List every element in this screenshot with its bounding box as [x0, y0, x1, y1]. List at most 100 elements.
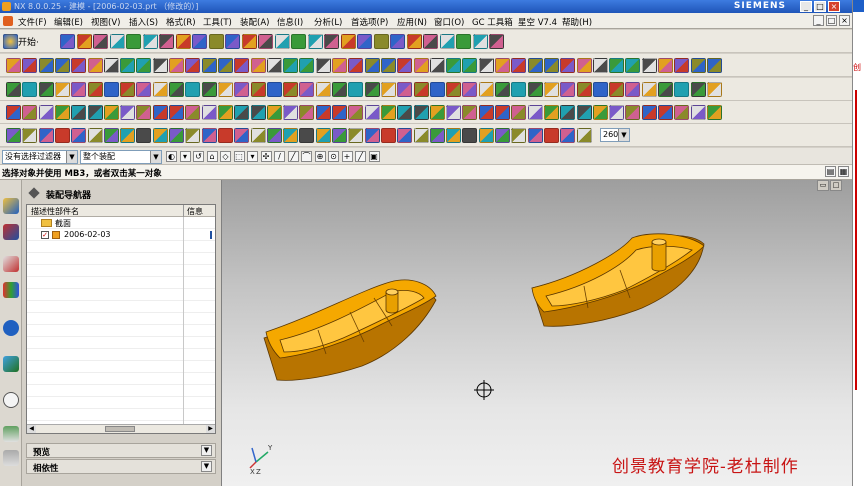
tool-icon[interactable]	[307, 34, 323, 49]
scroll-thumb[interactable]	[105, 426, 135, 432]
snap-point-icon[interactable]: ◐	[166, 151, 177, 162]
curve-tool-icon[interactable]	[185, 105, 201, 120]
snap-point-icon[interactable]: +	[341, 151, 353, 162]
visibility-checkbox[interactable]: ✓	[41, 231, 49, 239]
tool-icon[interactable]	[192, 34, 207, 49]
system-materials-icon[interactable]	[3, 426, 19, 442]
feature-icon[interactable]	[38, 58, 54, 73]
view-tool-icon[interactable]	[22, 128, 38, 143]
curve-tool-icon[interactable]	[266, 105, 282, 120]
view-tool-icon[interactable]	[136, 128, 152, 143]
curve-tool-icon[interactable]	[201, 105, 217, 120]
column-part-name[interactable]: 描述性部件名	[31, 206, 79, 217]
assembly-tool-icon[interactable]	[283, 82, 299, 97]
snap-point-icon[interactable]: /	[274, 151, 285, 162]
assembly-tool-icon[interactable]	[201, 82, 217, 97]
assembly-tool-icon[interactable]	[315, 82, 331, 97]
assembly-tool-icon[interactable]	[397, 82, 413, 97]
menu-insert[interactable]: 插入(S)	[129, 16, 158, 28]
snap-point-icon[interactable]: ⊙	[328, 151, 339, 162]
feature-icon[interactable]	[152, 58, 168, 73]
tool-icon[interactable]	[406, 34, 422, 49]
assembly-tool-icon[interactable]	[543, 82, 559, 97]
pin-icon[interactable]	[28, 187, 40, 199]
tool-icon[interactable]	[390, 34, 405, 49]
feature-icon[interactable]	[543, 58, 559, 73]
part-body-right[interactable]	[531, 233, 705, 327]
feature-icon[interactable]	[103, 58, 119, 73]
menu-minimize-button[interactable]: _	[813, 15, 824, 26]
dependencies-panel-header[interactable]: 相依性 ▼	[26, 459, 216, 474]
snap-point-icon[interactable]: ▣	[368, 151, 380, 162]
tool-icon[interactable]	[225, 34, 240, 49]
view-tool-icon[interactable]	[169, 128, 184, 143]
curve-tool-icon[interactable]	[364, 105, 380, 120]
tool-icon[interactable]	[291, 34, 306, 49]
assembly-tool-icon[interactable]	[446, 82, 462, 97]
tool-icon[interactable]	[423, 34, 438, 49]
curve-tool-icon[interactable]	[495, 105, 510, 120]
assembly-tool-icon[interactable]	[658, 82, 673, 97]
curve-tool-icon[interactable]	[152, 105, 168, 120]
menu-assembly[interactable]: 装配(A)	[240, 16, 269, 28]
menu-application[interactable]: 应用(N)	[397, 16, 427, 28]
feature-icon[interactable]	[234, 58, 250, 73]
feature-icon[interactable]	[511, 58, 527, 73]
feature-icon[interactable]	[609, 58, 625, 73]
feature-icon[interactable]	[283, 58, 299, 73]
view-tool-icon[interactable]	[462, 128, 478, 143]
history-icon[interactable]	[3, 356, 19, 372]
cue-expand-icon[interactable]: ▦	[838, 166, 849, 177]
view-tool-icon[interactable]	[266, 128, 282, 143]
tool-icon[interactable]	[60, 34, 75, 49]
assembly-tool-icon[interactable]	[462, 82, 478, 97]
part-body-left[interactable]	[263, 279, 437, 381]
assembly-tool-icon[interactable]	[71, 82, 87, 97]
view-tool-icon[interactable]	[527, 128, 543, 143]
assembly-tool-icon[interactable]	[217, 82, 233, 97]
snap-point-icon[interactable]: ⌒	[301, 151, 312, 162]
curve-tool-icon[interactable]	[234, 105, 250, 120]
part-navigator-icon[interactable]	[3, 256, 19, 272]
curve-tool-icon[interactable]	[478, 105, 494, 120]
tool-icon[interactable]	[258, 34, 273, 49]
tool-icon[interactable]	[357, 34, 372, 49]
view-tool-icon[interactable]	[120, 128, 136, 143]
curve-tool-icon[interactable]	[283, 105, 299, 120]
tool-icon[interactable]	[489, 34, 504, 49]
feature-icon[interactable]	[201, 58, 217, 73]
curve-tool-icon[interactable]	[641, 105, 657, 120]
view-tool-icon[interactable]	[511, 128, 527, 143]
feature-icon[interactable]	[592, 58, 608, 73]
curve-tool-icon[interactable]	[169, 105, 184, 120]
tool-icon[interactable]	[472, 34, 488, 49]
feature-icon[interactable]	[169, 58, 184, 73]
tool-icon[interactable]	[340, 34, 356, 49]
curve-tool-icon[interactable]	[625, 105, 641, 120]
curve-tool-icon[interactable]	[462, 105, 478, 120]
feature-icon[interactable]	[462, 58, 478, 73]
close-button[interactable]: ×	[828, 1, 840, 12]
curve-tool-icon[interactable]	[315, 105, 331, 120]
feature-icon[interactable]	[364, 58, 380, 73]
snap-point-icon[interactable]: ◇	[220, 151, 231, 162]
assembly-tool-icon[interactable]	[478, 82, 494, 97]
tool-icon[interactable]	[159, 34, 174, 49]
curve-tool-icon[interactable]	[6, 105, 21, 120]
feature-icon[interactable]	[690, 58, 706, 73]
curve-tool-icon[interactable]	[250, 105, 266, 120]
curve-tool-icon[interactable]	[332, 105, 347, 120]
assembly-tool-icon[interactable]	[54, 82, 70, 97]
menu-information[interactable]: 信息(I)	[277, 16, 303, 28]
tool-icon[interactable]	[93, 34, 108, 49]
assembly-tool-icon[interactable]	[152, 82, 168, 97]
feature-icon[interactable]	[136, 58, 152, 73]
curve-tool-icon[interactable]	[348, 105, 364, 120]
feature-icon[interactable]	[217, 58, 233, 73]
curve-tool-icon[interactable]	[446, 105, 462, 120]
assembly-tool-icon[interactable]	[364, 82, 380, 97]
feature-icon[interactable]	[397, 58, 413, 73]
assembly-tool-icon[interactable]	[560, 82, 576, 97]
snap-point-icon[interactable]: ╱	[287, 151, 299, 162]
tool-icon[interactable]	[439, 34, 455, 49]
